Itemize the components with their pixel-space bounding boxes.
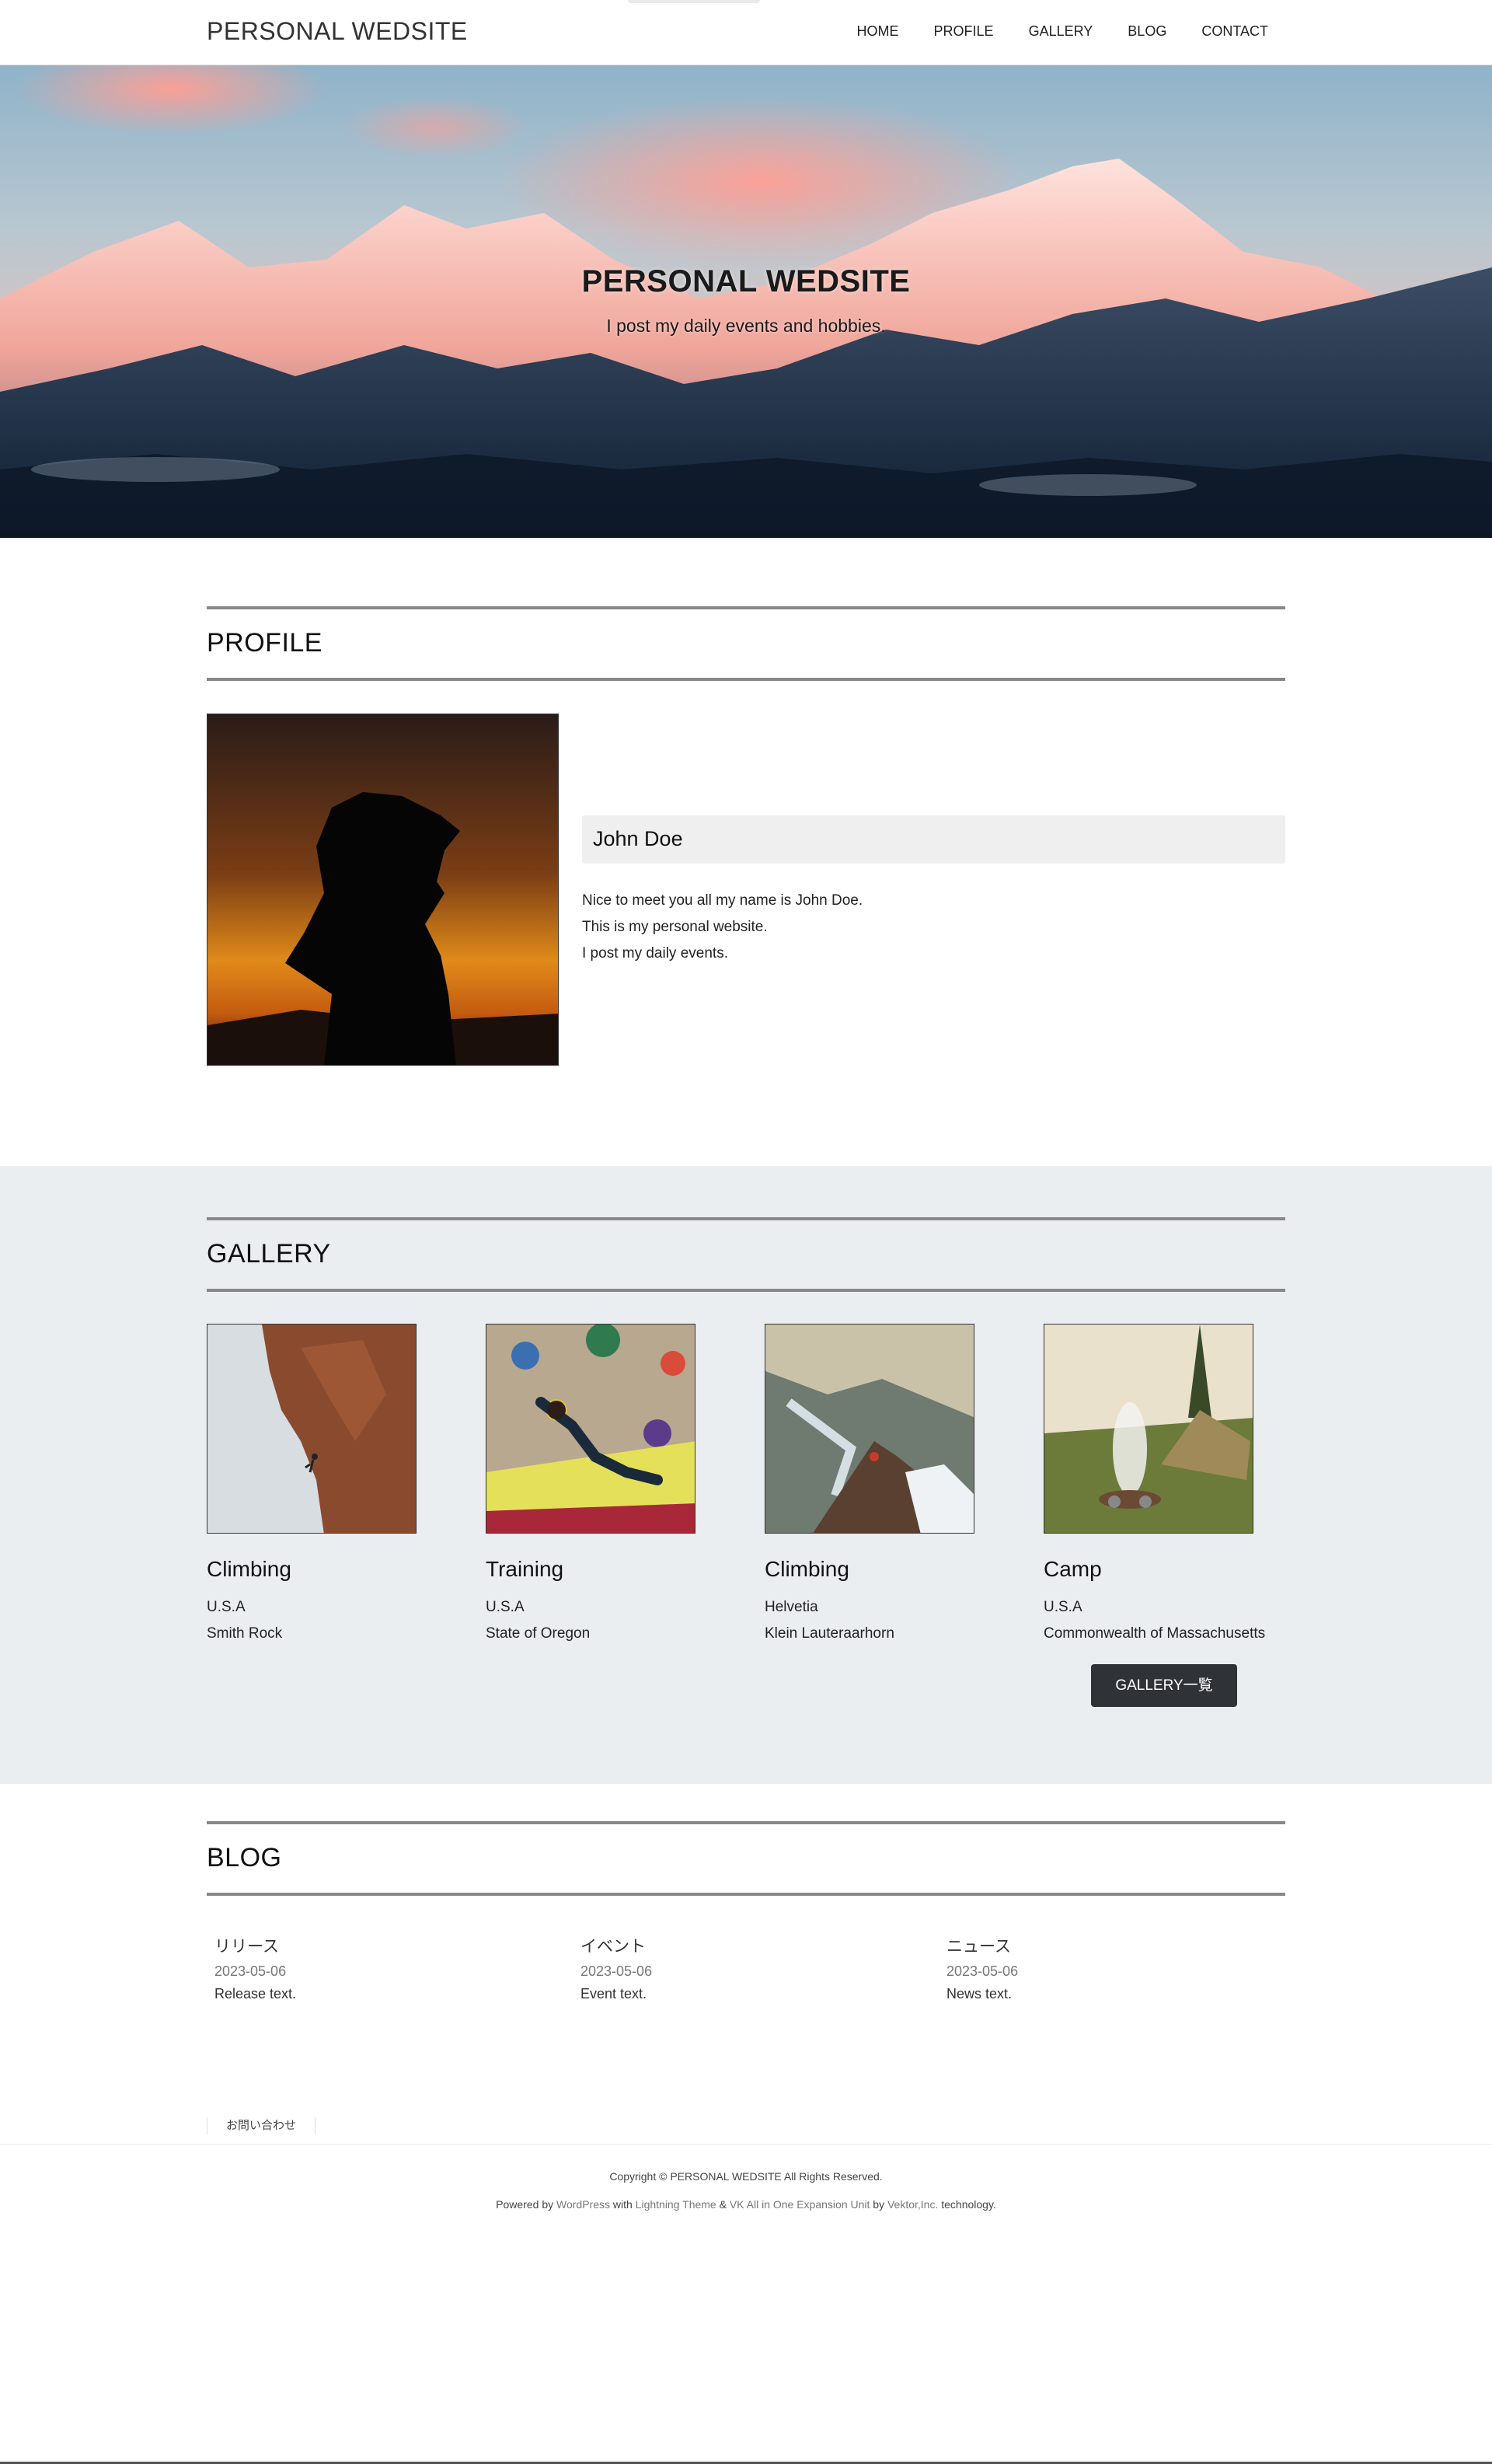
- gallery-image-camp[interactable]: [1044, 1324, 1253, 1534]
- profile-photo: [207, 714, 559, 1066]
- copyright: Copyright © PERSONAL WEDSITE All Rights …: [609, 2170, 883, 2183]
- blog-heading: BLOG: [207, 1821, 1285, 1896]
- nav-item-profile[interactable]: PROFILE: [934, 22, 994, 41]
- gallery-place-2: State of Oregon: [486, 1625, 591, 1642]
- gallery-image-training[interactable]: [486, 1324, 695, 1534]
- nav-item-contact[interactable]: CONTACT: [1201, 22, 1268, 41]
- powered-prefix: Powered by: [496, 2198, 554, 2211]
- gallery-title-4: Camp: [1044, 1557, 1102, 1581]
- profile-heading-text: PROFILE: [207, 628, 322, 658]
- blog-date-2: 2023-05-06: [580, 1963, 653, 1979]
- gallery-image-summit[interactable]: [765, 1324, 974, 1534]
- nav-item-home[interactable]: HOME: [857, 22, 899, 41]
- profile-description: Nice to meet you all my name is John Doe…: [582, 888, 863, 967]
- gallery-location-4: U.S.A: [1044, 1599, 1082, 1615]
- gallery-title-1: Climbing: [207, 1557, 291, 1581]
- gallery-place-4: Commonwealth of Massachusetts: [1044, 1625, 1266, 1642]
- blog-item-3[interactable]: ニュース 2023-05-06 News text.: [946, 1934, 1257, 2002]
- gallery-place-3: Klein Lauteraarhorn: [765, 1625, 894, 1642]
- link-wordpress[interactable]: WordPress: [556, 2198, 610, 2211]
- hero-mountain-image: [0, 65, 1492, 538]
- blog-text-3: News text.: [946, 1986, 1013, 2002]
- link-vektor[interactable]: Vektor,Inc.: [887, 2198, 938, 2211]
- gallery-card-2[interactable]: Training U.S.A State of Oregon: [486, 1324, 719, 1647]
- powered-by-word: by: [873, 2198, 885, 2211]
- blog-item-2[interactable]: イベント 2023-05-06 Event text.: [580, 1934, 891, 2002]
- profile-line-2: This is my personal website.: [582, 919, 768, 935]
- nav-item-blog[interactable]: BLOG: [1128, 22, 1166, 41]
- profile-heading: PROFILE: [207, 606, 1285, 681]
- link-lightning-theme[interactable]: Lightning Theme: [636, 2198, 716, 2211]
- gallery-image-climbing[interactable]: [207, 1324, 417, 1534]
- powered-by: Powered by WordPress with Lightning Them…: [0, 2198, 1492, 2211]
- footer-divider: [0, 2144, 1492, 2145]
- header-tab-decoration: [628, 0, 760, 3]
- link-vk-expansion-unit[interactable]: VK All in One Expansion Unit: [730, 2198, 870, 2211]
- gallery-location-3: Helvetia: [765, 1599, 818, 1615]
- blog-text-2: Event text.: [580, 1986, 647, 2002]
- gallery-location-1: U.S.A: [207, 1599, 246, 1615]
- gallery-heading-text: GALLERY: [207, 1239, 331, 1269]
- profile-line-3: I post my daily events.: [582, 945, 728, 962]
- gallery-title-2: Training: [486, 1557, 564, 1581]
- profile-name-box: John Doe: [582, 815, 1285, 864]
- blog-category-3[interactable]: ニュース: [946, 1934, 1257, 1957]
- site-logo[interactable]: PERSONAL WEDSITE: [207, 17, 468, 46]
- blog-date-1: 2023-05-06: [214, 1963, 287, 1979]
- blog-category-1[interactable]: リリース: [214, 1934, 525, 1957]
- gallery-location-2: U.S.A: [486, 1599, 525, 1615]
- powered-technology: technology.: [941, 2198, 996, 2211]
- blog-heading-text: BLOG: [207, 1843, 282, 1872]
- gallery-card-3[interactable]: Climbing Helvetia Klein Lauteraarhorn: [765, 1324, 998, 1647]
- gallery-card-1[interactable]: Climbing U.S.A Smith Rock: [207, 1324, 440, 1647]
- powered-with: with: [612, 2198, 633, 2211]
- gallery-card-4[interactable]: Camp U.S.A Commonwealth of Massachusetts: [1044, 1324, 1277, 1647]
- hero-banner: PERSONAL WEDSITE I post my daily events …: [0, 65, 1492, 538]
- hero-subtitle: I post my daily events and hobbies.: [606, 316, 886, 336]
- blog-category-2[interactable]: イベント: [580, 1934, 891, 1957]
- site-header: PERSONAL WEDSITE HOME PROFILE GALLERY BL…: [0, 0, 1492, 65]
- gallery-title-3: Climbing: [765, 1557, 849, 1581]
- blog-text-1: Release text.: [214, 1986, 297, 2002]
- profile-line-1: Nice to meet you all my name is John Doe…: [582, 892, 863, 909]
- gallery-place-1: Smith Rock: [207, 1625, 283, 1642]
- nav-item-gallery[interactable]: GALLERY: [1029, 22, 1093, 41]
- global-nav: HOME PROFILE GALLERY BLOG CONTACT: [857, 22, 1268, 41]
- gallery-list-button[interactable]: GALLERY一覧: [1091, 1664, 1237, 1707]
- powered-amp: &: [719, 2198, 727, 2211]
- profile-name: John Doe: [593, 827, 683, 850]
- hero-title: PERSONAL WEDSITE: [581, 264, 911, 298]
- blog-item-1[interactable]: リリース 2023-05-06 Release text.: [214, 1934, 525, 2002]
- gallery-heading: GALLERY: [207, 1217, 1285, 1292]
- blog-date-3: 2023-05-06: [946, 1963, 1019, 1979]
- footer-nav-contact[interactable]: お問い合わせ: [207, 2117, 316, 2134]
